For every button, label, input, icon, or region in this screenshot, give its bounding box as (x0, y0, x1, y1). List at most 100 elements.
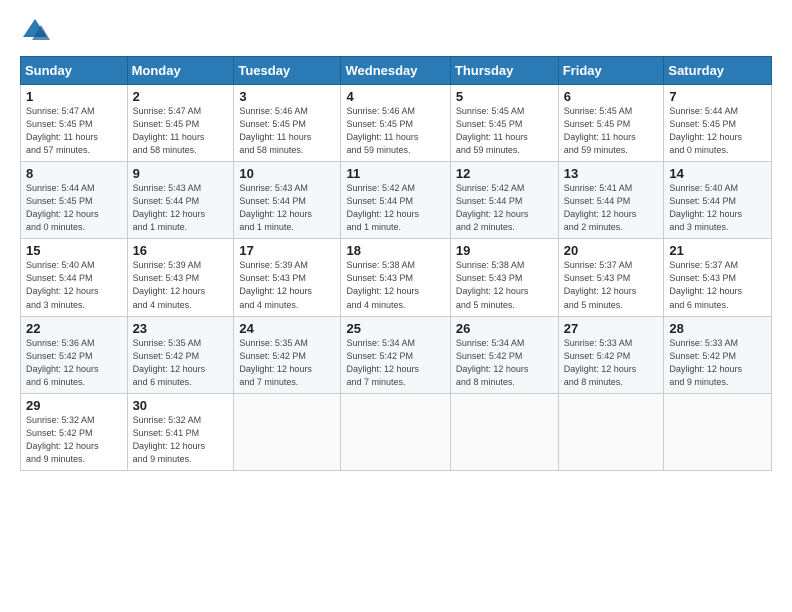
calendar-cell: 6Sunrise: 5:45 AM Sunset: 5:45 PM Daylig… (558, 85, 664, 162)
day-info: Sunrise: 5:47 AM Sunset: 5:45 PM Dayligh… (26, 105, 122, 157)
calendar: SundayMondayTuesdayWednesdayThursdayFrid… (20, 56, 772, 471)
day-number: 20 (564, 243, 659, 258)
calendar-cell: 19Sunrise: 5:38 AM Sunset: 5:43 PM Dayli… (450, 239, 558, 316)
calendar-cell: 8Sunrise: 5:44 AM Sunset: 5:45 PM Daylig… (21, 162, 128, 239)
week-row-4: 22Sunrise: 5:36 AM Sunset: 5:42 PM Dayli… (21, 316, 772, 393)
day-number: 23 (133, 321, 229, 336)
day-number: 19 (456, 243, 553, 258)
day-number: 28 (669, 321, 766, 336)
week-row-5: 29Sunrise: 5:32 AM Sunset: 5:42 PM Dayli… (21, 393, 772, 470)
day-info: Sunrise: 5:46 AM Sunset: 5:45 PM Dayligh… (239, 105, 335, 157)
calendar-cell: 3Sunrise: 5:46 AM Sunset: 5:45 PM Daylig… (234, 85, 341, 162)
calendar-cell: 15Sunrise: 5:40 AM Sunset: 5:44 PM Dayli… (21, 239, 128, 316)
day-info: Sunrise: 5:37 AM Sunset: 5:43 PM Dayligh… (564, 259, 659, 311)
weekday-header-tuesday: Tuesday (234, 57, 341, 85)
day-number: 6 (564, 89, 659, 104)
calendar-cell (664, 393, 772, 470)
day-number: 14 (669, 166, 766, 181)
day-number: 24 (239, 321, 335, 336)
day-number: 16 (133, 243, 229, 258)
calendar-cell: 21Sunrise: 5:37 AM Sunset: 5:43 PM Dayli… (664, 239, 772, 316)
weekday-header-thursday: Thursday (450, 57, 558, 85)
calendar-cell: 25Sunrise: 5:34 AM Sunset: 5:42 PM Dayli… (341, 316, 450, 393)
page: SundayMondayTuesdayWednesdayThursdayFrid… (0, 0, 792, 612)
calendar-cell: 23Sunrise: 5:35 AM Sunset: 5:42 PM Dayli… (127, 316, 234, 393)
day-info: Sunrise: 5:32 AM Sunset: 5:41 PM Dayligh… (133, 414, 229, 466)
day-info: Sunrise: 5:32 AM Sunset: 5:42 PM Dayligh… (26, 414, 122, 466)
day-number: 25 (346, 321, 444, 336)
calendar-cell (234, 393, 341, 470)
calendar-cell: 7Sunrise: 5:44 AM Sunset: 5:45 PM Daylig… (664, 85, 772, 162)
calendar-cell: 28Sunrise: 5:33 AM Sunset: 5:42 PM Dayli… (664, 316, 772, 393)
calendar-cell: 11Sunrise: 5:42 AM Sunset: 5:44 PM Dayli… (341, 162, 450, 239)
week-row-3: 15Sunrise: 5:40 AM Sunset: 5:44 PM Dayli… (21, 239, 772, 316)
day-info: Sunrise: 5:44 AM Sunset: 5:45 PM Dayligh… (26, 182, 122, 234)
day-info: Sunrise: 5:34 AM Sunset: 5:42 PM Dayligh… (346, 337, 444, 389)
day-info: Sunrise: 5:43 AM Sunset: 5:44 PM Dayligh… (133, 182, 229, 234)
calendar-cell: 18Sunrise: 5:38 AM Sunset: 5:43 PM Dayli… (341, 239, 450, 316)
day-info: Sunrise: 5:39 AM Sunset: 5:43 PM Dayligh… (239, 259, 335, 311)
day-number: 29 (26, 398, 122, 413)
logo (20, 16, 56, 46)
calendar-cell: 27Sunrise: 5:33 AM Sunset: 5:42 PM Dayli… (558, 316, 664, 393)
calendar-cell: 10Sunrise: 5:43 AM Sunset: 5:44 PM Dayli… (234, 162, 341, 239)
day-number: 26 (456, 321, 553, 336)
day-info: Sunrise: 5:46 AM Sunset: 5:45 PM Dayligh… (346, 105, 444, 157)
day-info: Sunrise: 5:40 AM Sunset: 5:44 PM Dayligh… (26, 259, 122, 311)
day-number: 17 (239, 243, 335, 258)
day-info: Sunrise: 5:44 AM Sunset: 5:45 PM Dayligh… (669, 105, 766, 157)
logo-icon (20, 16, 50, 46)
calendar-cell: 16Sunrise: 5:39 AM Sunset: 5:43 PM Dayli… (127, 239, 234, 316)
day-number: 21 (669, 243, 766, 258)
day-number: 10 (239, 166, 335, 181)
calendar-cell: 2Sunrise: 5:47 AM Sunset: 5:45 PM Daylig… (127, 85, 234, 162)
day-number: 12 (456, 166, 553, 181)
day-info: Sunrise: 5:47 AM Sunset: 5:45 PM Dayligh… (133, 105, 229, 157)
day-info: Sunrise: 5:38 AM Sunset: 5:43 PM Dayligh… (346, 259, 444, 311)
day-number: 15 (26, 243, 122, 258)
calendar-cell: 30Sunrise: 5:32 AM Sunset: 5:41 PM Dayli… (127, 393, 234, 470)
weekday-header-friday: Friday (558, 57, 664, 85)
calendar-cell: 24Sunrise: 5:35 AM Sunset: 5:42 PM Dayli… (234, 316, 341, 393)
calendar-cell (341, 393, 450, 470)
day-number: 22 (26, 321, 122, 336)
weekday-header-saturday: Saturday (664, 57, 772, 85)
day-number: 9 (133, 166, 229, 181)
day-info: Sunrise: 5:36 AM Sunset: 5:42 PM Dayligh… (26, 337, 122, 389)
calendar-cell: 22Sunrise: 5:36 AM Sunset: 5:42 PM Dayli… (21, 316, 128, 393)
weekday-header-wednesday: Wednesday (341, 57, 450, 85)
calendar-cell: 29Sunrise: 5:32 AM Sunset: 5:42 PM Dayli… (21, 393, 128, 470)
day-number: 8 (26, 166, 122, 181)
day-number: 1 (26, 89, 122, 104)
day-info: Sunrise: 5:40 AM Sunset: 5:44 PM Dayligh… (669, 182, 766, 234)
day-info: Sunrise: 5:38 AM Sunset: 5:43 PM Dayligh… (456, 259, 553, 311)
calendar-cell (558, 393, 664, 470)
calendar-cell: 12Sunrise: 5:42 AM Sunset: 5:44 PM Dayli… (450, 162, 558, 239)
day-info: Sunrise: 5:35 AM Sunset: 5:42 PM Dayligh… (239, 337, 335, 389)
weekday-header-monday: Monday (127, 57, 234, 85)
day-info: Sunrise: 5:33 AM Sunset: 5:42 PM Dayligh… (669, 337, 766, 389)
day-info: Sunrise: 5:35 AM Sunset: 5:42 PM Dayligh… (133, 337, 229, 389)
weekday-header-sunday: Sunday (21, 57, 128, 85)
day-number: 27 (564, 321, 659, 336)
day-info: Sunrise: 5:45 AM Sunset: 5:45 PM Dayligh… (456, 105, 553, 157)
day-number: 5 (456, 89, 553, 104)
day-info: Sunrise: 5:39 AM Sunset: 5:43 PM Dayligh… (133, 259, 229, 311)
day-number: 13 (564, 166, 659, 181)
calendar-cell: 5Sunrise: 5:45 AM Sunset: 5:45 PM Daylig… (450, 85, 558, 162)
day-number: 11 (346, 166, 444, 181)
day-info: Sunrise: 5:34 AM Sunset: 5:42 PM Dayligh… (456, 337, 553, 389)
day-info: Sunrise: 5:33 AM Sunset: 5:42 PM Dayligh… (564, 337, 659, 389)
day-info: Sunrise: 5:43 AM Sunset: 5:44 PM Dayligh… (239, 182, 335, 234)
calendar-cell: 17Sunrise: 5:39 AM Sunset: 5:43 PM Dayli… (234, 239, 341, 316)
day-info: Sunrise: 5:37 AM Sunset: 5:43 PM Dayligh… (669, 259, 766, 311)
day-info: Sunrise: 5:42 AM Sunset: 5:44 PM Dayligh… (346, 182, 444, 234)
day-number: 2 (133, 89, 229, 104)
day-number: 3 (239, 89, 335, 104)
weekday-header-row: SundayMondayTuesdayWednesdayThursdayFrid… (21, 57, 772, 85)
calendar-cell: 13Sunrise: 5:41 AM Sunset: 5:44 PM Dayli… (558, 162, 664, 239)
calendar-cell: 9Sunrise: 5:43 AM Sunset: 5:44 PM Daylig… (127, 162, 234, 239)
day-number: 30 (133, 398, 229, 413)
day-number: 18 (346, 243, 444, 258)
calendar-cell: 26Sunrise: 5:34 AM Sunset: 5:42 PM Dayli… (450, 316, 558, 393)
